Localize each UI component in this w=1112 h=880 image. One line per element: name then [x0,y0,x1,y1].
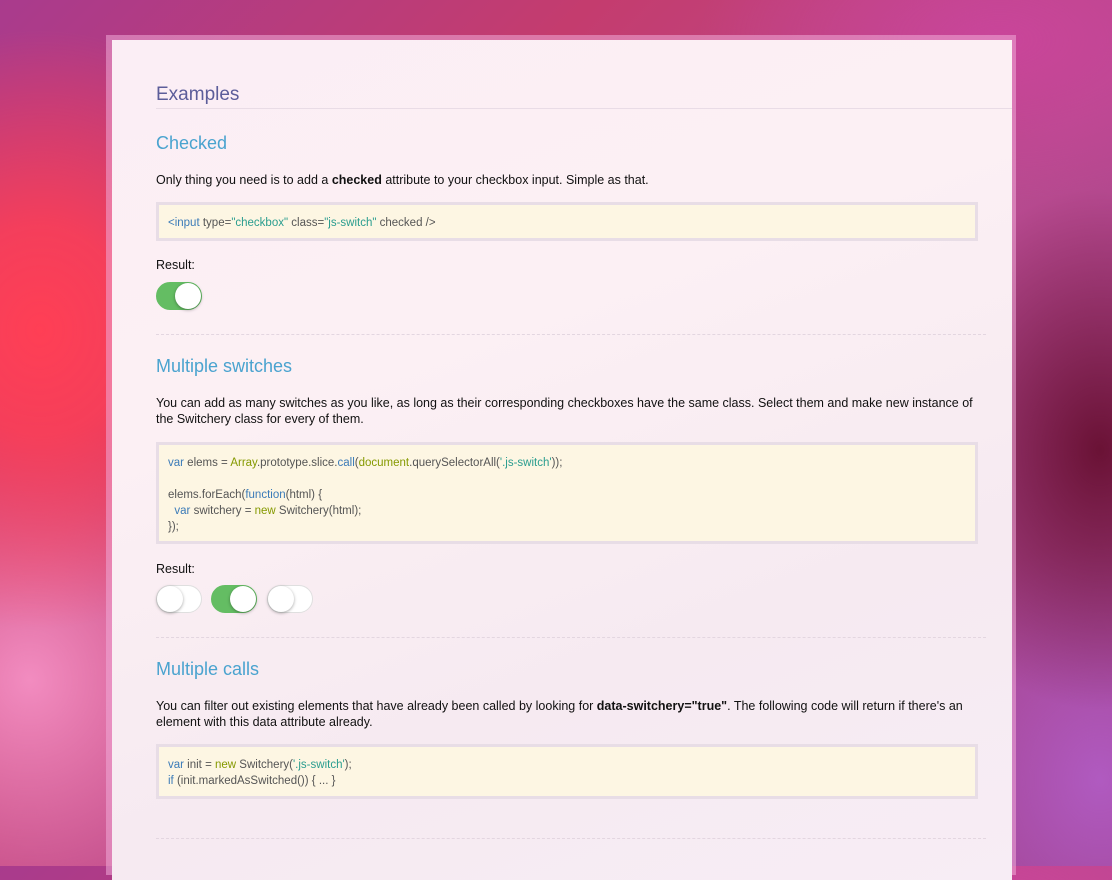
code-token: (init.markedAsSwitched()) { ... } [173,775,336,787]
switch-knob [230,586,256,612]
content-panel: Examples Checked Only thing you need is … [112,40,1012,880]
code-token: Switchery( [236,759,293,771]
checked-description: Only thing you need is to add a checked … [156,172,986,188]
code-token: call [337,457,355,469]
code-token: ); [344,759,352,771]
code-token: '.js-switch' [292,759,345,771]
result-label: Result: [156,562,195,576]
section-divider [156,637,986,638]
code-token: "checkbox" [231,217,289,229]
desc-text: Only thing you need is to add a [156,173,332,187]
code-token: .querySelectorAll( [409,457,500,469]
code-token: Switchery(html); [275,505,362,517]
switch-knob [268,586,294,612]
code-token: (html) { [285,489,323,501]
code-block-multiple-switches: var elems = Array.prototype.slice.call(d… [156,442,978,544]
section-title-checked: Checked [156,133,228,153]
section-title-multiple-switches: Multiple switches [156,356,293,376]
code-token: init = [183,759,215,771]
code-token: elems = [183,457,231,469]
code-token: )); [551,457,563,469]
switch-toggle[interactable] [156,282,202,310]
multiple-switches-description: You can add as many switches as you like… [156,396,973,426]
title-divider [156,108,1012,109]
code-token: class= [288,217,325,229]
code-token: var [168,457,184,469]
code-token: var [168,759,184,771]
code-block-checked: <input type="checkbox" class="js-switch"… [156,202,978,241]
desc-text: You can filter out existing elements tha… [156,699,597,713]
code-block-multiple-calls: var init = new Switchery('.js-switch'); … [156,744,978,799]
code-token: function [245,489,286,501]
code-token: checked /> [376,217,436,229]
desc-bold: checked [331,173,382,187]
switch-knob [175,283,201,309]
desc-text: attribute to your checkbox input. Simple… [381,173,649,187]
code-token: '.js-switch' [499,457,552,469]
section-title-multiple-calls: Multiple calls [156,659,260,679]
code-token: "js-switch" [324,217,377,229]
multiple-calls-description: You can filter out existing elements tha… [156,698,986,730]
code-token: elems.forEach( [168,489,246,501]
switch-knob [157,586,183,612]
section-divider [156,334,986,335]
code-token: .prototype.slice. [256,457,338,469]
code-token: document [358,457,410,469]
code-token: }); [168,521,179,533]
switch-toggle[interactable] [156,585,202,613]
result-label: Result: [156,258,195,272]
code-token: Array [230,457,257,469]
code-token: new [254,505,276,517]
switch-toggle[interactable] [211,585,257,613]
section-divider [156,838,986,839]
desc-bold: data-switchery="true" [596,699,728,713]
code-token: type= [199,217,232,229]
page-title: Examples [156,84,240,105]
code-token: new [215,759,237,771]
code-token: <input [168,217,200,229]
code-token: var [174,505,191,517]
code-token: switchery = [190,505,255,517]
switch-toggle[interactable] [267,585,313,613]
